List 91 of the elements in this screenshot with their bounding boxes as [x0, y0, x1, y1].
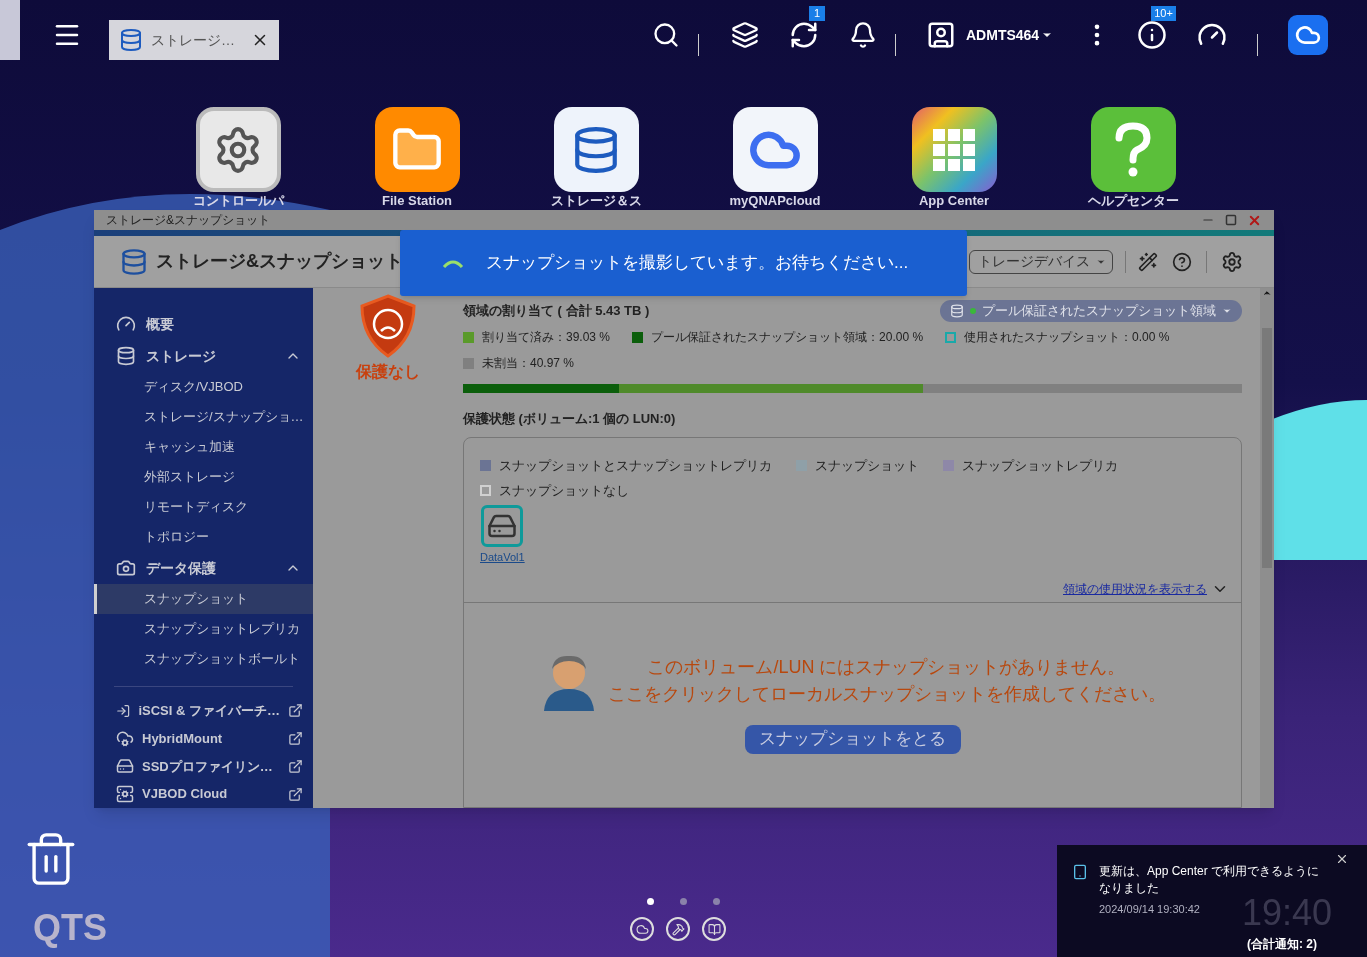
section-icon	[116, 346, 136, 366]
legend-label: スナップショットなし	[499, 482, 629, 500]
qts-logo: QTS	[33, 910, 107, 946]
section-icon	[116, 558, 136, 578]
notification-total: (合計通知: 2)	[1247, 936, 1317, 953]
scrollbar[interactable]	[1260, 288, 1274, 808]
dock-icon[interactable]	[666, 917, 690, 941]
notification-icon	[1072, 864, 1088, 880]
wallpaper-glow	[0, 0, 20, 60]
empty-message: このボリューム/LUN にはスナップショットがありません。	[647, 655, 1126, 679]
maximize-icon[interactable]	[1225, 214, 1237, 226]
volume-icon[interactable]	[481, 504, 524, 547]
sidebar-subitem[interactable]: スナップショット	[94, 584, 313, 614]
app-label[interactable]: File Station	[381, 193, 453, 208]
app-label[interactable]: ストレージ＆ス	[550, 193, 642, 208]
tasks-icon[interactable]	[731, 21, 759, 49]
legend-label: 未割当：40.97 %	[482, 355, 575, 372]
count-badge: 10+	[1151, 6, 1176, 21]
app-label[interactable]: ヘルプセンター	[1087, 193, 1179, 208]
external-link[interactable]: iSCSI & ファイバーチ…	[94, 696, 313, 725]
legend-label: 割り当て済み：39.03 %	[482, 329, 611, 346]
sidebar-subitem[interactable]: ストレージ/スナップショ…	[94, 402, 313, 432]
dock-icon[interactable]	[630, 917, 654, 941]
sidebar-item[interactable]: 概要	[94, 308, 313, 340]
app-grid-icon[interactable]	[911, 107, 997, 192]
take-snapshot-button[interactable]: スナップショットをとる	[744, 724, 961, 754]
status-label: 保護なし	[356, 362, 420, 383]
storage-icon	[120, 247, 148, 276]
section-icon	[116, 314, 136, 334]
notification-message: 更新は、App Center で利用できるようになりました	[1099, 863, 1321, 897]
external-link[interactable]: VJBOD Cloud	[94, 780, 313, 808]
link-icon	[116, 785, 134, 804]
search-icon[interactable]	[652, 21, 680, 49]
wand-icon[interactable]	[1138, 251, 1158, 272]
sidebar-subitem[interactable]: スナップショットレプリカ	[94, 614, 313, 644]
sidebar-item[interactable]: データ保護	[94, 552, 313, 584]
app-label[interactable]: myQNAPcloud	[729, 193, 821, 208]
gear-app-icon[interactable]	[195, 107, 281, 192]
sidebar-subitem[interactable]: トポロジー	[94, 522, 313, 552]
dock-icon[interactable]	[702, 917, 726, 941]
sidebar-subitem[interactable]: スナップショットボールト	[94, 644, 313, 674]
count-badge: 1	[809, 6, 826, 21]
external-link[interactable]: SSDプロファイリン…	[94, 752, 313, 781]
cloud-app-icon[interactable]	[732, 107, 818, 192]
storage-icon	[119, 28, 143, 52]
legend-label: スナップショットとスナップショットレプリカ	[499, 456, 772, 475]
window-title: ストレージ&スナップショット	[106, 212, 270, 229]
sidebar-subitem[interactable]: ディスク/VJBOD	[94, 372, 313, 402]
info-icon[interactable]	[1137, 20, 1168, 50]
toast-message: スナップショットを撮影しています。お待ちください...	[486, 252, 909, 275]
shield-icon	[358, 294, 418, 358]
external-link-icon	[288, 786, 303, 802]
legend-label: プール保証されたスナップショット領域：20.00 %	[651, 329, 924, 346]
empty-message: ここをクリックしてローカルスナップショットを作成してください。	[607, 682, 1166, 706]
device-dropdown[interactable]: トレージデバイス	[969, 249, 1113, 274]
notification-time: 2024/09/14 19:30:42	[1099, 902, 1200, 917]
user-icon[interactable]	[926, 20, 956, 50]
sidebar-subitem[interactable]: キャッシュ加速	[94, 432, 313, 462]
app-label[interactable]: App Center	[918, 193, 990, 208]
cloud-button[interactable]	[1288, 15, 1329, 55]
app-title: ストレージ&スナップショット	[156, 250, 403, 273]
tab-label: ストレージ…	[151, 30, 235, 50]
link-icon	[116, 757, 134, 776]
sync-icon[interactable]	[789, 20, 819, 50]
help-icon[interactable]	[1172, 251, 1192, 272]
external-link-icon	[288, 731, 303, 747]
sidebar-subitem[interactable]: 外部ストレージ	[94, 462, 313, 492]
external-link-icon	[288, 703, 303, 719]
taskbar-tab[interactable]: ストレージ…	[109, 20, 279, 60]
usage-link[interactable]: 領域の使用状況を表示する	[1063, 579, 1207, 598]
section-title: 領域の割り当て ( 合計 5.43 TB )	[463, 302, 650, 321]
database-icon	[950, 304, 964, 318]
scroll-up-icon	[1262, 288, 1272, 298]
section-title: 保護状態 (ボリューム:1 個の LUN:0)	[463, 410, 677, 428]
folder-app-icon[interactable]	[374, 107, 460, 192]
external-link-icon	[288, 758, 303, 774]
legend-label: スナップショットレプリカ	[962, 456, 1118, 475]
sidebar-item[interactable]: ストレージ	[94, 340, 313, 372]
settings-icon[interactable]	[1221, 250, 1243, 273]
legend-label: スナップショット	[815, 456, 919, 475]
question-app-icon[interactable]	[1090, 107, 1176, 192]
pool-dropdown[interactable]: プール保証されたスナップショット領域	[940, 300, 1242, 322]
sidebar-subitem[interactable]: リモートディスク	[94, 492, 313, 522]
close-icon[interactable]	[1335, 852, 1349, 866]
bell-icon[interactable]	[849, 21, 877, 49]
storage-app-icon[interactable]	[553, 107, 639, 192]
caret-icon	[1222, 306, 1232, 316]
user-menu[interactable]: ADMTS464	[966, 24, 1054, 46]
link-icon	[116, 729, 134, 748]
external-link[interactable]: HybridMount	[94, 724, 313, 753]
legend-label: 使用されたスナップショット：0.00 %	[964, 329, 1170, 346]
